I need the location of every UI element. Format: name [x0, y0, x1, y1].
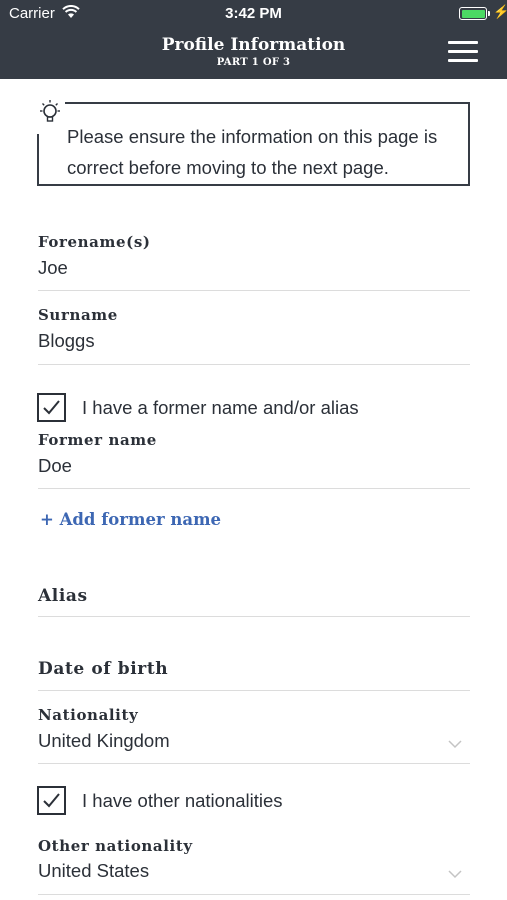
add-former-name-link[interactable]: + Add former name [40, 510, 221, 529]
alias-field[interactable]: Alias [38, 586, 88, 606]
divider [38, 488, 470, 489]
surname-field[interactable]: Bloggs [38, 330, 95, 352]
other-nationalities-checkbox-label[interactable]: I have other nationalities [82, 790, 283, 812]
chevron-down-icon[interactable] [447, 739, 463, 749]
former-name-label: Former name [38, 431, 157, 449]
page-title: Profile Information [161, 35, 346, 55]
hamburger-menu-icon[interactable] [448, 40, 480, 64]
divider [38, 616, 470, 617]
divider [38, 763, 470, 764]
surname-label: Surname [38, 306, 118, 324]
checkmark-icon [43, 400, 60, 415]
charging-bolt-icon: ⚡ [493, 4, 507, 19]
info-text: Please ensure the information on this pa… [67, 126, 438, 178]
divider [38, 690, 470, 691]
former-name-checkbox[interactable] [37, 393, 66, 422]
forename-field[interactable]: Joe [38, 257, 68, 279]
chevron-down-icon[interactable] [447, 869, 463, 879]
battery-icon [459, 7, 487, 20]
battery-tip [488, 11, 490, 16]
former-name-field[interactable]: Doe [38, 455, 72, 477]
checkmark-icon [43, 793, 60, 808]
former-name-checkbox-label[interactable]: I have a former name and/or alias [82, 397, 359, 419]
other-nationality-label: Other nationality [38, 837, 193, 855]
nationality-label: Nationality [38, 706, 139, 724]
divider [38, 290, 470, 291]
lightbulb-icon [40, 100, 60, 122]
info-callout: Please ensure the information on this pa… [35, 100, 470, 186]
other-nationalities-checkbox[interactable] [37, 786, 66, 815]
date-of-birth-field[interactable]: Date of birth [38, 659, 168, 679]
page-step-indicator: PART 1 OF 3 [216, 57, 291, 68]
status-bar: Carrier 3:42 PM ⚡ [0, 0, 507, 28]
top-bar: Carrier 3:42 PM ⚡ Profile Information PA… [0, 0, 507, 79]
forename-label: Forename(s) [38, 233, 151, 251]
divider [38, 364, 470, 365]
clock: 3:42 PM [225, 5, 282, 22]
nationality-select[interactable]: United Kingdom [38, 730, 170, 752]
other-nationality-select[interactable]: United States [38, 860, 149, 882]
divider [38, 894, 470, 895]
